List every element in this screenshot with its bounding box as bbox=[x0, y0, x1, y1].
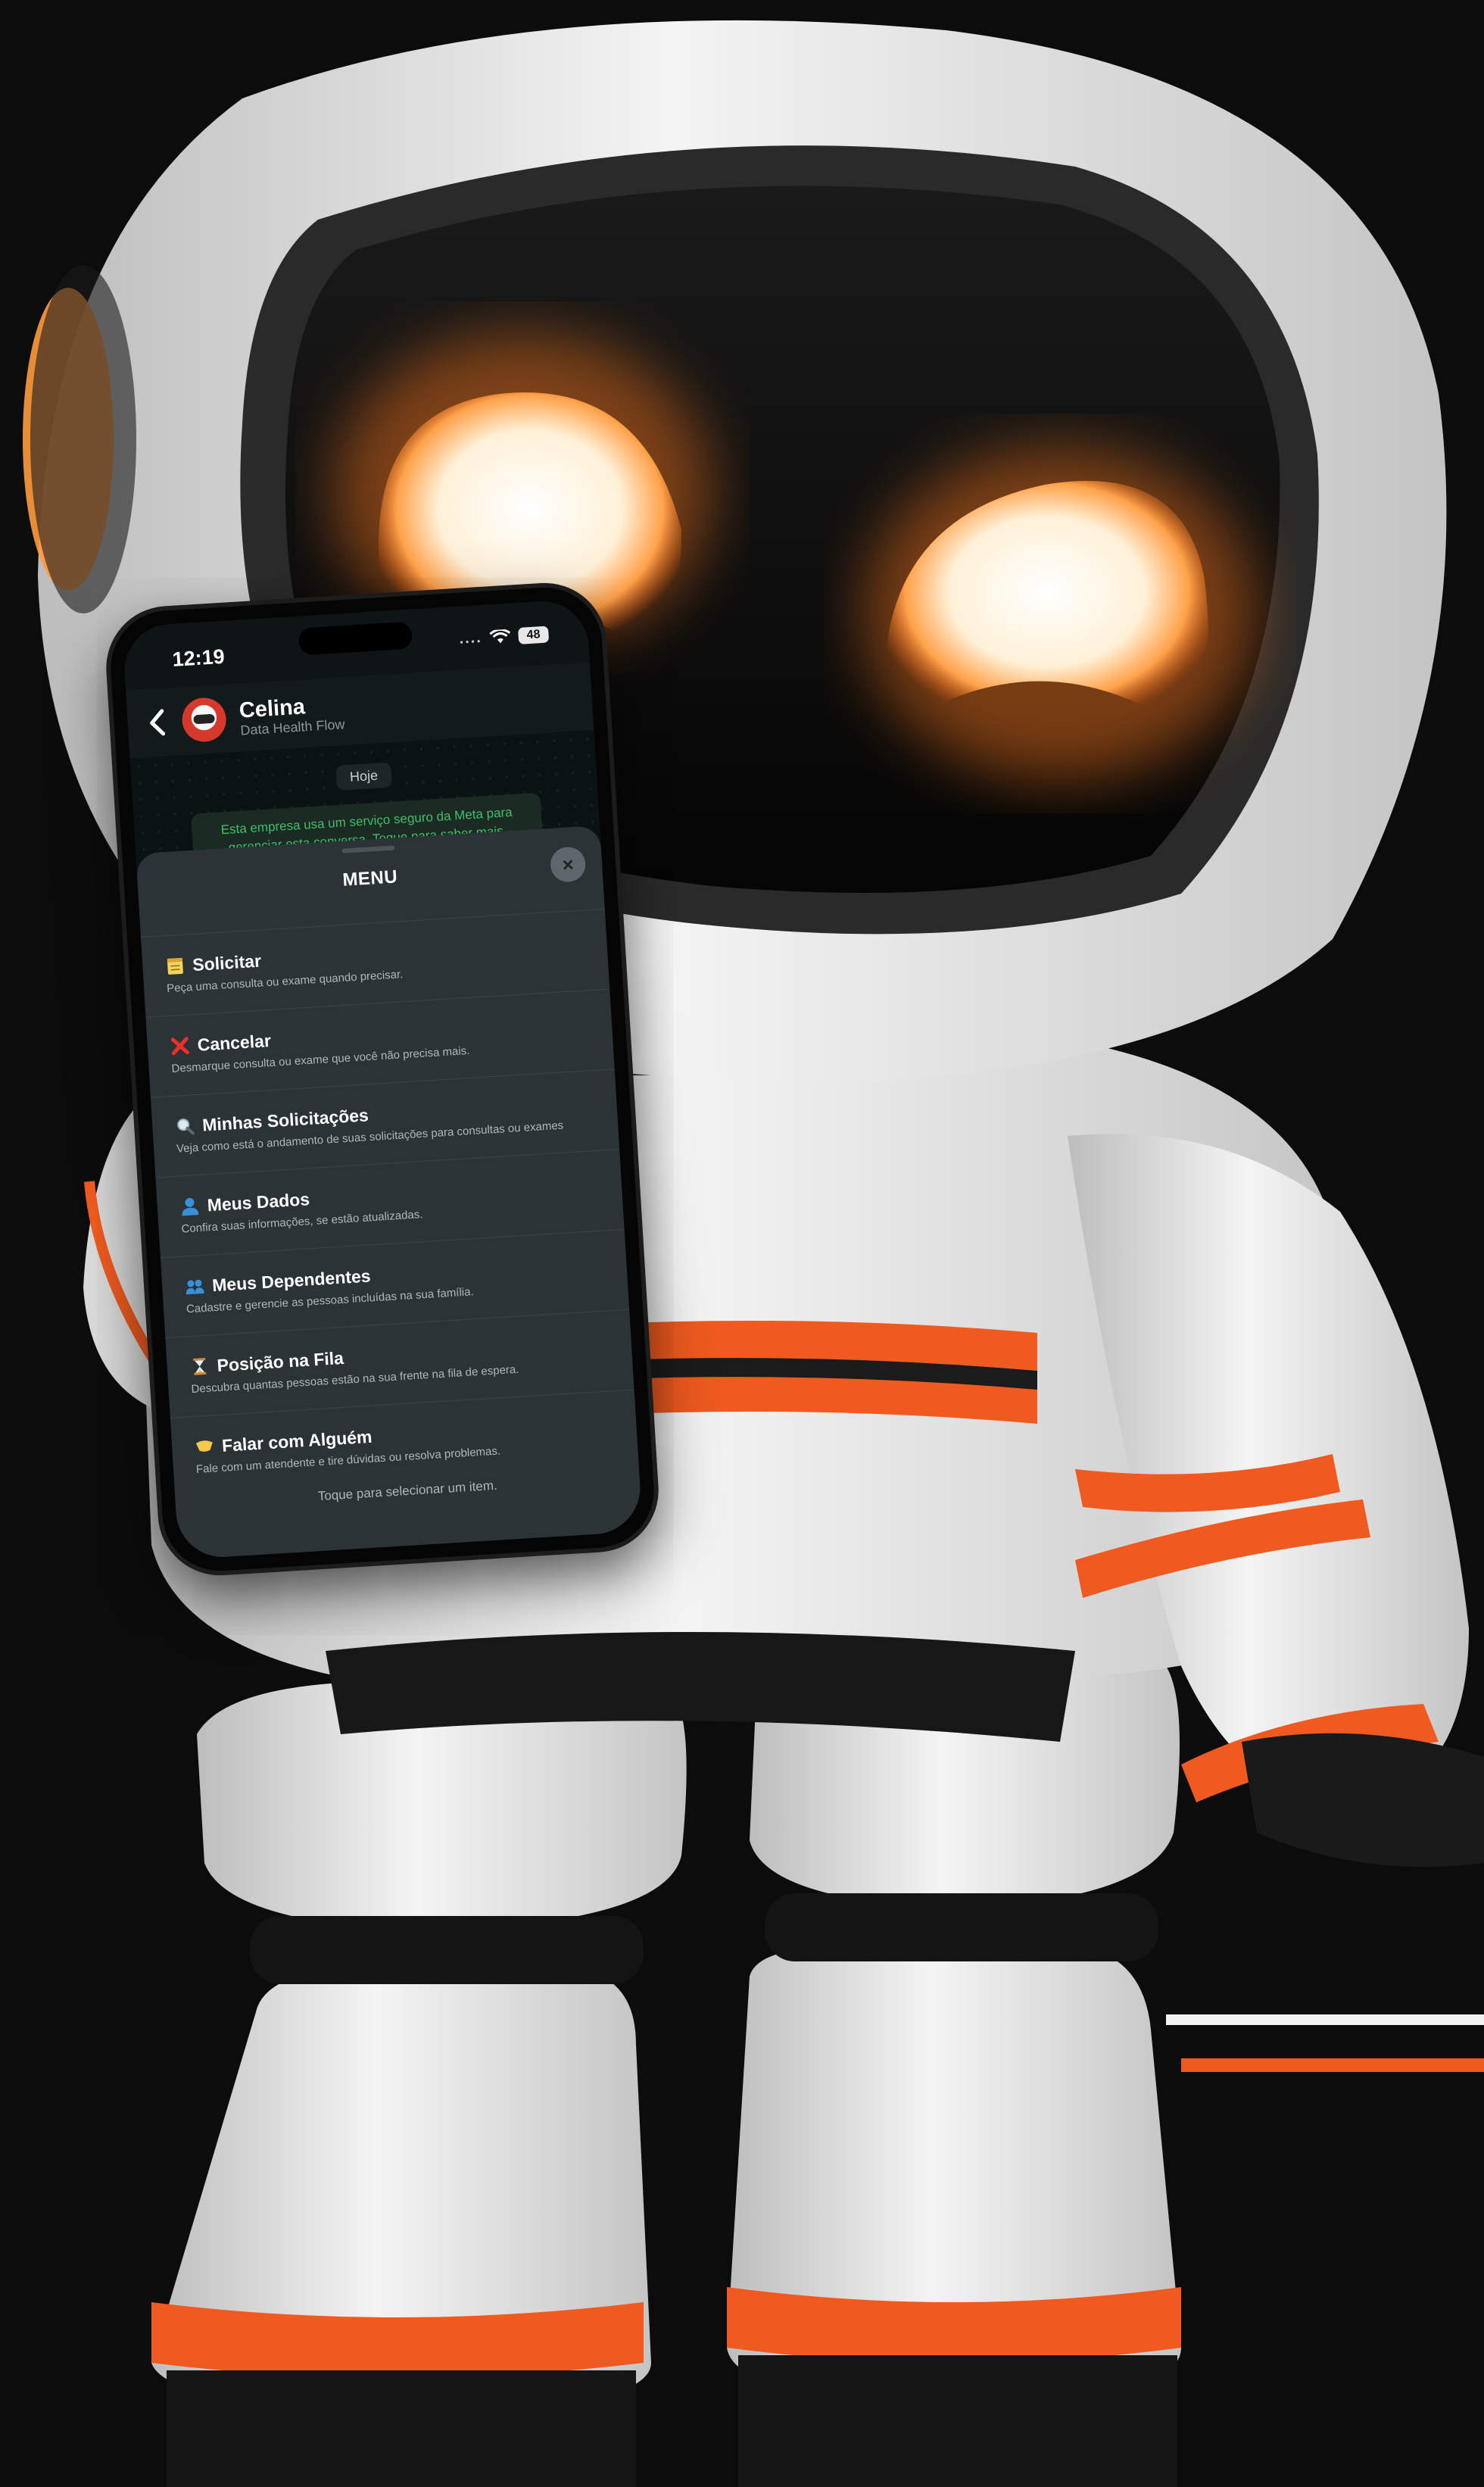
phone-screen: 12:19 .... 48 Celina Data Health Flow Ho… bbox=[121, 598, 644, 1560]
wifi-icon bbox=[489, 629, 511, 643]
signal-icon: .... bbox=[458, 629, 483, 647]
date-chip: Hoje bbox=[335, 762, 393, 791]
status-icons: .... 48 bbox=[458, 626, 550, 648]
battery-icon: 48 bbox=[517, 626, 550, 644]
notepad-icon bbox=[167, 957, 183, 975]
menu-item-title: Meus Dados bbox=[206, 1188, 310, 1215]
menu-item-title: Solicitar bbox=[192, 950, 262, 975]
status-time: 12:19 bbox=[171, 644, 226, 671]
back-chevron-icon[interactable] bbox=[142, 704, 174, 741]
user-icon bbox=[182, 1197, 199, 1216]
speech-icon bbox=[195, 1440, 213, 1452]
menu-item-title: Cancelar bbox=[196, 1030, 272, 1055]
menu-item-title: Posição na Fila bbox=[216, 1347, 344, 1375]
cross-mark-icon bbox=[170, 1037, 189, 1056]
magnifier-icon bbox=[177, 1119, 195, 1135]
hourglass-icon bbox=[193, 1357, 207, 1375]
smartphone: 12:19 .... 48 Celina Data Health Flow Ho… bbox=[107, 584, 658, 1574]
menu-item-title: Falar com Alguém bbox=[221, 1426, 373, 1456]
contact-avatar[interactable] bbox=[180, 696, 228, 744]
menu-list: Solicitar Peça uma consulta ou exame qua… bbox=[140, 908, 640, 1498]
menu-item-title: Meus Dependentes bbox=[211, 1265, 372, 1295]
users-icon bbox=[186, 1279, 204, 1295]
menu-title: MENU bbox=[341, 866, 398, 891]
menu-sheet: MENU × Solicitar Peça uma consulta ou ex… bbox=[136, 825, 644, 1560]
sheet-grabber[interactable] bbox=[341, 845, 395, 853]
